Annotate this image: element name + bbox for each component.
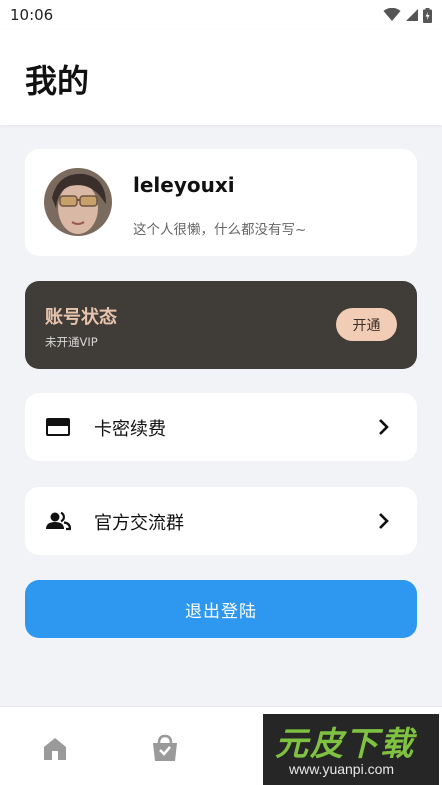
account-status-title: 账号状态 [45,307,117,328]
nav-shop[interactable] [149,733,181,765]
battery-charging-icon [423,7,432,23]
chevron-right-icon [379,513,389,529]
chevron-right-icon [379,419,389,435]
watermark-brand: 元皮下载 [275,724,415,763]
avatar-image [44,168,112,236]
watermark-url: www.yuanpi.com [289,761,395,777]
nav-home[interactable] [39,733,71,765]
status-time: 10:06 [10,6,54,24]
menu-item-label: 官方交流群 [94,513,184,534]
shopping-bag-icon [153,734,177,761]
wifi-icon [383,8,401,21]
watermark-logo: 元皮下载 www.yuanpi.com [263,714,439,785]
group-icon [46,511,71,531]
status-bar: 10:06 [0,0,442,30]
page-title: 我的 [25,62,90,100]
menu-item-label: 卡密续费 [94,419,166,440]
profile-card[interactable]: leleyouxi 这个人很懒，什么都没有写~ [25,149,417,256]
user-bio: 这个人很懒，什么都没有写~ [133,222,307,238]
avatar[interactable] [44,168,112,236]
account-status-card: 账号状态 未开通VIP 开通 [25,281,417,369]
activate-vip-button[interactable]: 开通 [336,308,397,341]
logout-button[interactable]: 退出登陆 [25,580,417,638]
menu-item-card-renewal[interactable]: 卡密续费 [25,393,417,461]
vip-status-text: 未开通VIP [45,335,98,349]
page-header: 我的 [0,30,442,125]
username: leleyouxi [133,173,235,197]
status-icons [383,7,432,23]
credit-card-icon [46,418,70,436]
home-icon [44,738,66,760]
signal-icon [406,9,418,21]
menu-item-official-group[interactable]: 官方交流群 [25,487,417,555]
